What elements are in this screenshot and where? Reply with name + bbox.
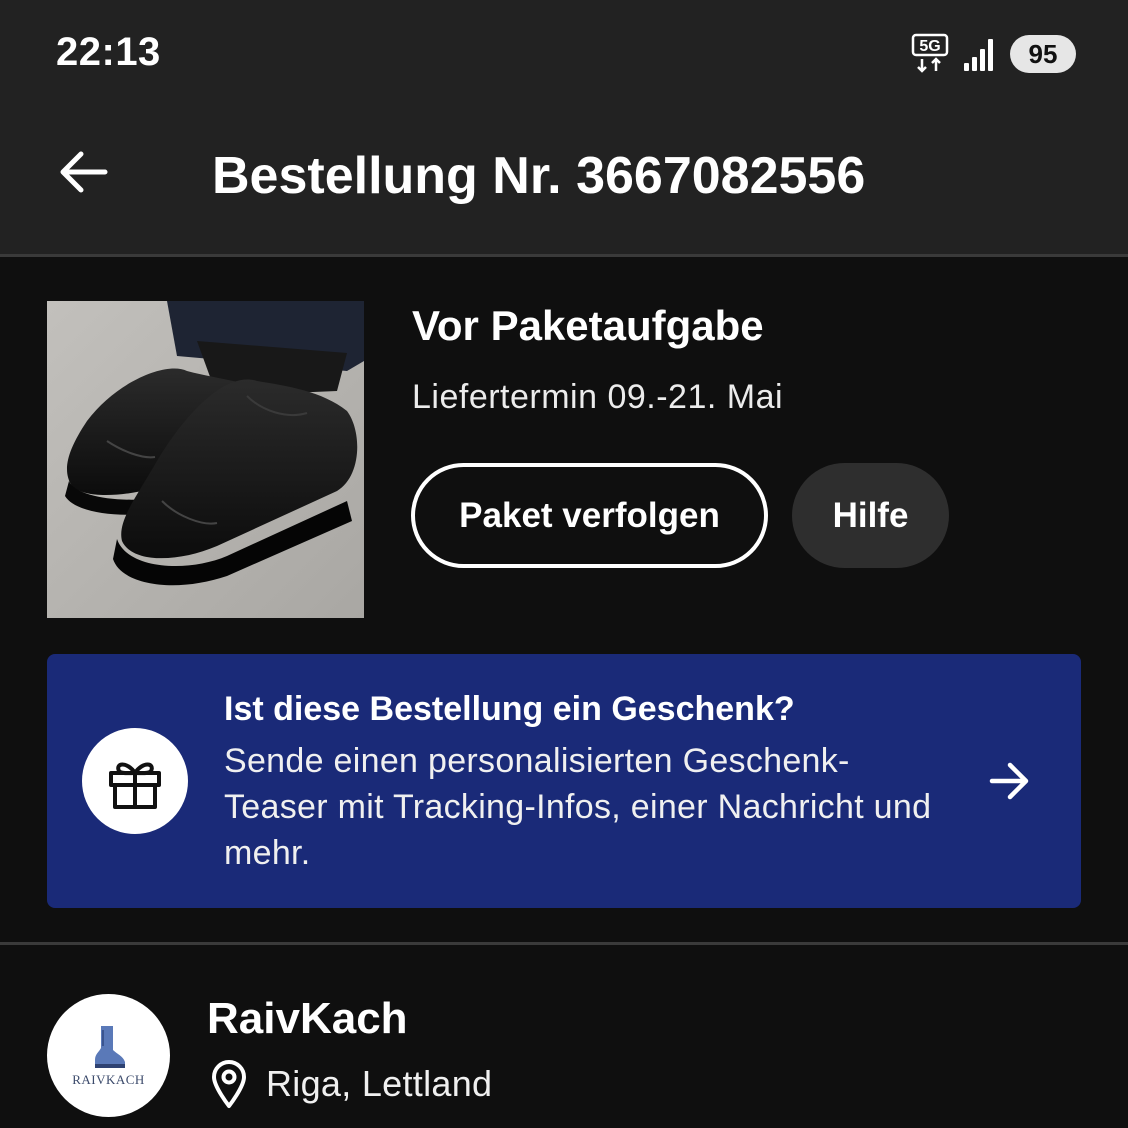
help-button[interactable]: Hilfe bbox=[792, 463, 949, 568]
page-title: Bestellung Nr. 3667082556 bbox=[212, 147, 866, 205]
back-button[interactable] bbox=[48, 140, 118, 204]
5g-data-icon: 5G bbox=[910, 33, 950, 75]
seller-location: Riga, Lettland bbox=[210, 1056, 492, 1112]
seller-name[interactable]: RaivKach bbox=[207, 994, 408, 1044]
seller-logo-text: RAIVKACH bbox=[72, 1071, 145, 1087]
shoe-image bbox=[47, 301, 364, 618]
delivery-date: Liefertermin 09.-21. Mai bbox=[412, 378, 784, 416]
top-app-bar: 22:13 5G 95 Bestellung Nr. 3667082556 bbox=[0, 0, 1128, 254]
boot-logo-icon bbox=[94, 1025, 125, 1068]
track-package-button[interactable]: Paket verfolgen bbox=[411, 463, 768, 568]
product-image[interactable] bbox=[47, 301, 364, 618]
arrow-right-icon[interactable] bbox=[985, 756, 1035, 806]
battery-icon: 95 bbox=[1010, 35, 1076, 73]
gift-banner[interactable]: Ist diese Bestellung ein Geschenk? Sende… bbox=[47, 654, 1081, 908]
divider bbox=[0, 254, 1128, 257]
divider bbox=[0, 942, 1128, 945]
gift-banner-title: Ist diese Bestellung ein Geschenk? bbox=[224, 690, 795, 728]
cellular-signal-icon bbox=[964, 37, 996, 71]
location-pin-icon bbox=[212, 1060, 246, 1108]
arrow-left-icon bbox=[60, 151, 108, 193]
seller-location-text: Riga, Lettland bbox=[266, 1063, 493, 1104]
gift-icon-container bbox=[82, 728, 188, 834]
network-label: 5G bbox=[919, 38, 940, 55]
gift-banner-description: Sende einen personalisierten Geschenk-Te… bbox=[224, 742, 932, 872]
gift-icon bbox=[109, 762, 161, 809]
status-time: 22:13 bbox=[56, 30, 161, 74]
order-detail-screen: 22:13 5G 95 Bestellung Nr. 3667082556 Vo… bbox=[0, 0, 1128, 1128]
shipment-status: Vor Paketaufgabe bbox=[412, 302, 764, 349]
battery-level: 95 bbox=[1028, 38, 1058, 69]
status-icons: 5G 95 bbox=[910, 32, 1076, 76]
seller-avatar[interactable]: RAIVKACH bbox=[47, 994, 170, 1117]
